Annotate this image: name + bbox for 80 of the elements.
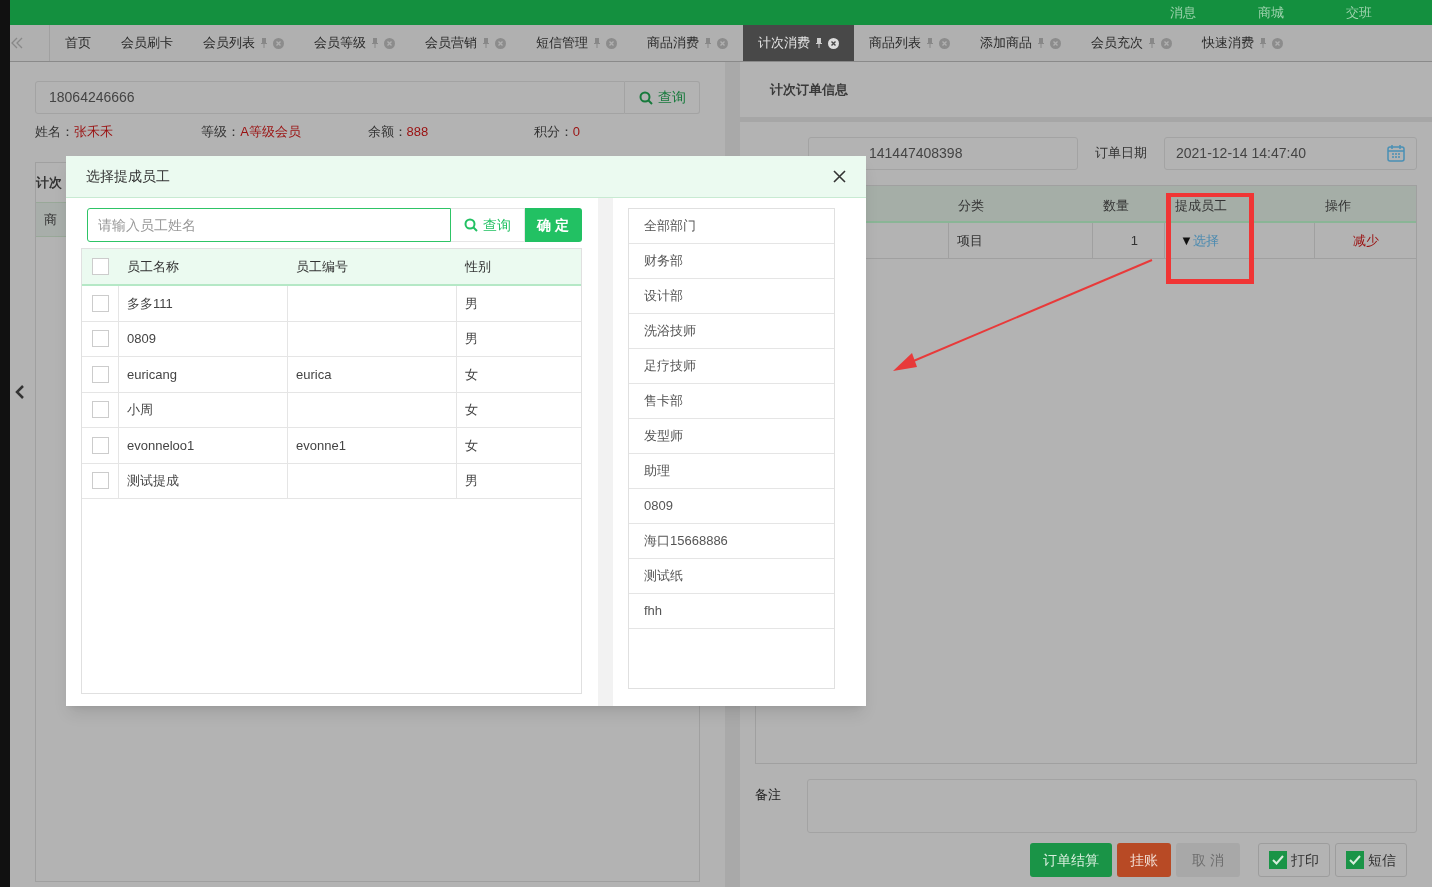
column-header: 数量 <box>1102 196 1130 215</box>
checkbox[interactable] <box>91 330 109 348</box>
caret-icon: ▼ <box>1180 230 1193 251</box>
column-header: 性别 <box>464 257 492 276</box>
field-label: 余额： <box>367 123 407 141</box>
checkbox[interactable] <box>91 436 109 454</box>
table-cell-text: 男 <box>464 472 479 490</box>
column-header: 提成员工 <box>1174 196 1228 215</box>
note-label: 备注 <box>755 786 781 804</box>
date-field[interactable]: 2021-12-14 14:47:40 <box>1164 136 1417 170</box>
checkbox[interactable] <box>91 472 109 490</box>
tab[interactable]: 计次消费 <box>743 25 854 61</box>
toggle-button[interactable]: 打印 <box>1258 843 1330 877</box>
table-cell-text: 男 <box>464 294 479 313</box>
table-cell-text: 女 <box>464 365 479 384</box>
toggle-button[interactable]: 短信 <box>1335 843 1407 877</box>
employee-row[interactable]: 多多111 男 <box>82 286 581 322</box>
table-cell: 测试提成 <box>119 463 288 498</box>
collapse-icon[interactable] <box>15 385 25 399</box>
table-cell: eurica <box>288 357 457 392</box>
table-cell: evonne1 <box>288 428 457 463</box>
close-icon[interactable] <box>828 37 839 49</box>
field-label: 积分： <box>533 123 573 141</box>
department-item[interactable]: fhh <box>629 594 834 629</box>
department-item[interactable]: 财务部 <box>629 244 834 279</box>
column-header: 员工名称 <box>126 257 180 276</box>
table-cell: 0809 <box>119 321 288 356</box>
calendar-icon[interactable] <box>1387 144 1405 162</box>
department-item[interactable]: 设计部 <box>629 279 834 314</box>
reduce-link[interactable]: 减少 <box>1352 230 1379 251</box>
department-item[interactable]: 洗浴技师 <box>629 314 834 349</box>
column-header: 操作 <box>1324 196 1352 215</box>
panel-title: 计次 <box>36 173 62 192</box>
member-search-field[interactable]: 18064246666 <box>35 81 625 114</box>
department-item[interactable]: 海口15668886 <box>629 524 834 559</box>
table-cell: 小周 <box>119 392 288 427</box>
department-item[interactable]: 0809 <box>629 489 834 524</box>
field-label: 姓名： <box>35 123 74 141</box>
field-value: 888 <box>406 123 429 141</box>
checkbox[interactable] <box>91 294 109 312</box>
department-item[interactable]: 足疗技师 <box>629 349 834 384</box>
tab[interactable]: 首页 <box>50 25 106 61</box>
employee-row[interactable]: evonneloo1 evonne1 女 <box>82 428 581 464</box>
order-title: 计次订单信息 <box>770 80 848 99</box>
department-item[interactable]: 售卡部 <box>629 384 834 419</box>
table-cell-text: 女 <box>464 436 479 455</box>
employee-search-field[interactable]: 请输入员工姓名 <box>87 208 452 242</box>
table-cell-text: 男 <box>464 330 479 348</box>
table-cell: evonneloo1 <box>119 428 288 463</box>
date-label: 订单日期 <box>1095 144 1147 163</box>
tab[interactable]: 会员刷卡 <box>106 25 188 61</box>
field-value: 0 <box>572 123 580 141</box>
department-item[interactable]: 发型师 <box>629 419 834 454</box>
checkbox[interactable] <box>91 401 109 419</box>
action-button[interactable]: 挂账 <box>1117 843 1171 877</box>
field-value: 张禾禾 <box>74 123 113 141</box>
department-item[interactable]: 助理 <box>629 454 834 489</box>
search-icon <box>638 90 653 105</box>
collapse-tabs-icon[interactable] <box>10 25 50 61</box>
column-header: 分类 <box>957 196 985 215</box>
field-label: 等级： <box>201 123 241 141</box>
pin-icon[interactable] <box>816 38 822 48</box>
close-icon[interactable] <box>833 170 846 183</box>
search-icon <box>464 218 478 232</box>
checkbox[interactable] <box>91 365 109 383</box>
department-item[interactable]: 全部部门 <box>629 209 834 244</box>
employee-row[interactable]: 测试提成 男 <box>82 463 581 499</box>
employee-row[interactable]: 0809 男 <box>82 321 581 357</box>
department-item[interactable]: 测试纸 <box>629 559 834 594</box>
employee-row[interactable]: euricang eurica 女 <box>82 357 581 393</box>
table-cell: 1 <box>1093 223 1165 258</box>
column-header: 员工编号 <box>295 257 349 276</box>
table-cell: euricang <box>119 357 288 392</box>
modal-title: 选择提成员工 <box>86 167 170 186</box>
table-cell: 项目 <box>948 223 1093 258</box>
employee-row[interactable]: 小周 女 <box>82 392 581 428</box>
field-value: A等级会员 <box>240 123 301 141</box>
checkbox[interactable] <box>92 258 109 275</box>
table-cell-text: 女 <box>464 401 479 419</box>
table-cell: 多多111 <box>119 286 288 321</box>
